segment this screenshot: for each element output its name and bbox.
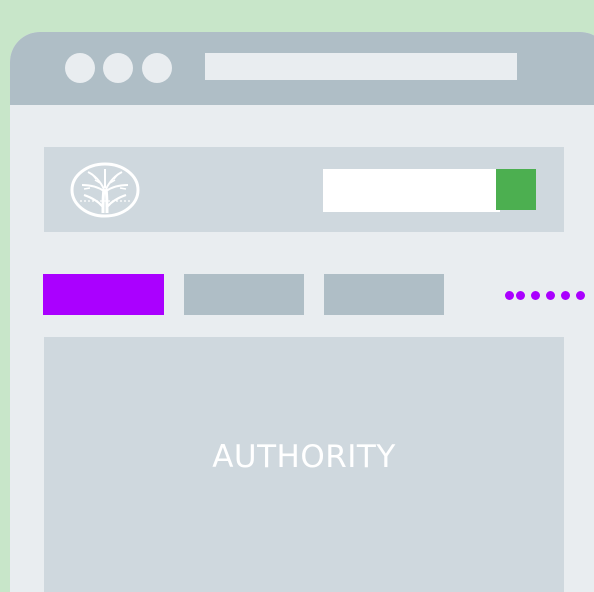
- more-dots-icon[interactable]: [505, 290, 585, 300]
- tab-3[interactable]: [324, 274, 444, 315]
- content-panel: AUTHORITY: [44, 337, 564, 592]
- address-bar[interactable]: [205, 53, 517, 80]
- window-control-close[interactable]: [65, 53, 95, 83]
- tab-2[interactable]: [184, 274, 304, 315]
- title-bar: [10, 32, 594, 105]
- tree-logo-icon[interactable]: [70, 161, 142, 219]
- content-title: AUTHORITY: [212, 439, 396, 475]
- search-input[interactable]: [323, 169, 500, 212]
- window-control-minimize[interactable]: [103, 53, 133, 83]
- search-button[interactable]: [496, 169, 536, 210]
- browser-window: AUTHORITY: [10, 32, 594, 592]
- window-control-maximize[interactable]: [142, 53, 172, 83]
- tab-1[interactable]: [43, 274, 164, 315]
- site-header: [44, 147, 564, 232]
